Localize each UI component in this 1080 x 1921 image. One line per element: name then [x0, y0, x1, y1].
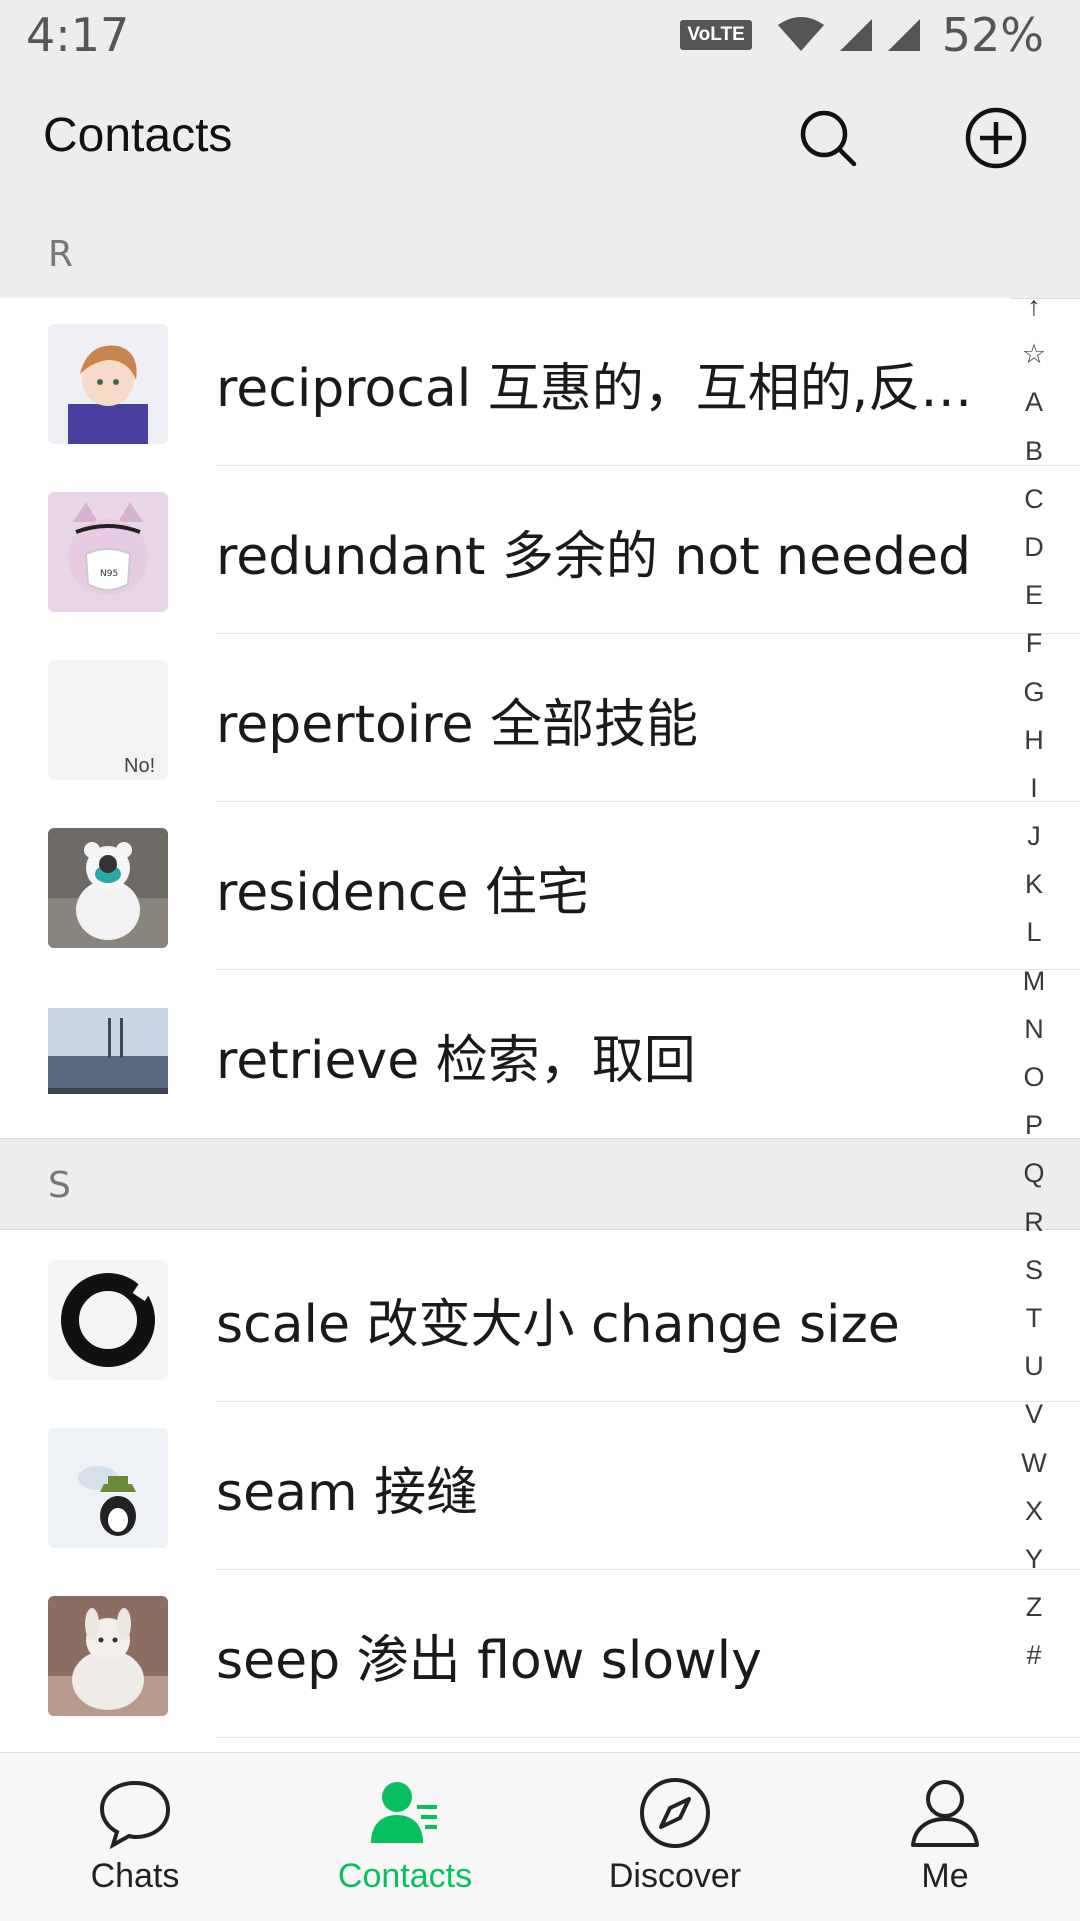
- tab-label: Discover: [608, 1857, 742, 1895]
- index-letter[interactable]: Y: [1025, 1535, 1043, 1583]
- index-letter[interactable]: J: [1027, 812, 1041, 860]
- index-letter[interactable]: G: [1023, 668, 1044, 716]
- status-time: 4:17: [26, 8, 130, 62]
- index-letter[interactable]: R: [1024, 1198, 1044, 1246]
- battery-level: 52%: [941, 8, 1044, 62]
- contact-name: residence 住宅: [216, 863, 589, 923]
- index-letter[interactable]: I: [1030, 764, 1038, 812]
- index-letter[interactable]: E: [1025, 571, 1043, 619]
- index-letter[interactable]: ↑: [1027, 282, 1041, 330]
- contact-row[interactable]: N95 redundant 多余的 not needed: [0, 466, 1080, 634]
- index-letter[interactable]: H: [1024, 716, 1044, 764]
- tab-label: Chats: [90, 1857, 180, 1895]
- contact-name: redundant 多余的 not needed: [216, 527, 972, 587]
- contact-row[interactable]: retrieve 检索，取回: [0, 970, 1010, 1138]
- bottom-tab-bar: Chats Contacts Discover Me: [0, 1752, 1080, 1921]
- alphabet-index-bar[interactable]: ↑ ☆ A B C D E F G H I J K L M N O P Q R S T U V W X Y Z #: [1004, 282, 1064, 1679]
- compass-icon: [640, 1778, 710, 1848]
- add-button[interactable]: [960, 102, 1032, 174]
- contact-row[interactable]: scale 改变大小 change size: [0, 1234, 1080, 1402]
- chat-bubble-icon: [99, 1780, 171, 1850]
- contact-name: reciprocal 互惠的，互相的,反…: [216, 359, 973, 419]
- plus-circle-icon: [965, 107, 1027, 169]
- section-letter: R: [48, 234, 74, 275]
- person-icon: [911, 1780, 979, 1847]
- contact-name: retrieve 检索，取回: [216, 1031, 696, 1091]
- contact-row[interactable]: seep 渗出 flow slowly: [0, 1570, 1080, 1738]
- index-letter[interactable]: #: [1026, 1631, 1041, 1679]
- wifi-icon: [777, 17, 824, 51]
- avatar: [48, 1596, 168, 1716]
- index-letter[interactable]: N: [1024, 1005, 1044, 1053]
- index-letter[interactable]: K: [1025, 860, 1043, 908]
- divider: [216, 1737, 1080, 1738]
- status-right: VoLTE 52%: [680, 8, 1044, 62]
- section-header-r: R: [0, 208, 1080, 299]
- volte-badge: VoLTE: [680, 20, 752, 50]
- avatar: [48, 996, 168, 1116]
- index-letter[interactable]: O: [1023, 1053, 1044, 1101]
- section-letter: S: [48, 1165, 71, 1206]
- index-letter[interactable]: B: [1025, 427, 1043, 475]
- contact-row[interactable]: No! repertoire 全部技能: [0, 634, 1080, 802]
- signal-icon: [839, 19, 872, 51]
- index-letter[interactable]: X: [1025, 1487, 1043, 1535]
- page-title: Contacts: [43, 109, 233, 162]
- index-letter[interactable]: P: [1025, 1101, 1043, 1149]
- avatar: N95: [48, 492, 168, 612]
- contacts-icon: [371, 1782, 437, 1843]
- search-icon: [800, 110, 857, 167]
- tab-label: Contacts: [337, 1857, 473, 1895]
- search-button[interactable]: [792, 102, 864, 174]
- avatar: No!: [48, 660, 168, 780]
- index-letter[interactable]: W: [1021, 1439, 1046, 1487]
- index-letter[interactable]: D: [1024, 523, 1044, 571]
- signal-icon-2: [887, 19, 920, 51]
- index-letter[interactable]: Z: [1026, 1583, 1043, 1631]
- tab-discover[interactable]: Discover: [540, 1753, 810, 1921]
- index-letter[interactable]: U: [1024, 1342, 1044, 1390]
- tab-contacts[interactable]: Contacts: [270, 1753, 540, 1921]
- index-letter[interactable]: S: [1025, 1246, 1043, 1294]
- avatar: [48, 1428, 168, 1548]
- contact-name: scale 改变大小 change size: [216, 1295, 900, 1355]
- status-bar: 4:17 VoLTE 52%: [0, 0, 1080, 72]
- tab-label: Me: [921, 1857, 969, 1895]
- section-header-s: S: [0, 1138, 1080, 1230]
- svg-text:N95: N95: [100, 569, 118, 579]
- index-letter[interactable]: C: [1024, 475, 1044, 523]
- index-letter[interactable]: T: [1026, 1294, 1043, 1342]
- contact-name: seam 接缝: [216, 1463, 479, 1523]
- contact-row[interactable]: seam 接缝: [0, 1402, 1080, 1570]
- svg-text:No!: No!: [124, 755, 155, 777]
- tab-me[interactable]: Me: [810, 1753, 1080, 1921]
- contact-name: repertoire 全部技能: [216, 695, 699, 755]
- avatar: [48, 828, 168, 948]
- index-letter[interactable]: V: [1025, 1390, 1043, 1438]
- index-letter[interactable]: Q: [1023, 1149, 1044, 1197]
- top-header: Contacts: [0, 72, 1080, 208]
- contact-row[interactable]: residence 住宅: [0, 802, 1080, 970]
- contact-name: seep 渗出 flow slowly: [216, 1631, 762, 1691]
- avatar: [48, 1260, 168, 1380]
- avatar: [48, 324, 168, 444]
- index-letter[interactable]: L: [1026, 908, 1041, 956]
- index-letter[interactable]: F: [1026, 619, 1043, 667]
- tab-chats[interactable]: Chats: [0, 1753, 270, 1921]
- index-letter[interactable]: A: [1025, 378, 1043, 426]
- index-letter[interactable]: ☆: [1022, 330, 1046, 378]
- contact-row[interactable]: reciprocal 互惠的，互相的,反…: [0, 298, 1080, 466]
- index-letter[interactable]: M: [1023, 957, 1046, 1005]
